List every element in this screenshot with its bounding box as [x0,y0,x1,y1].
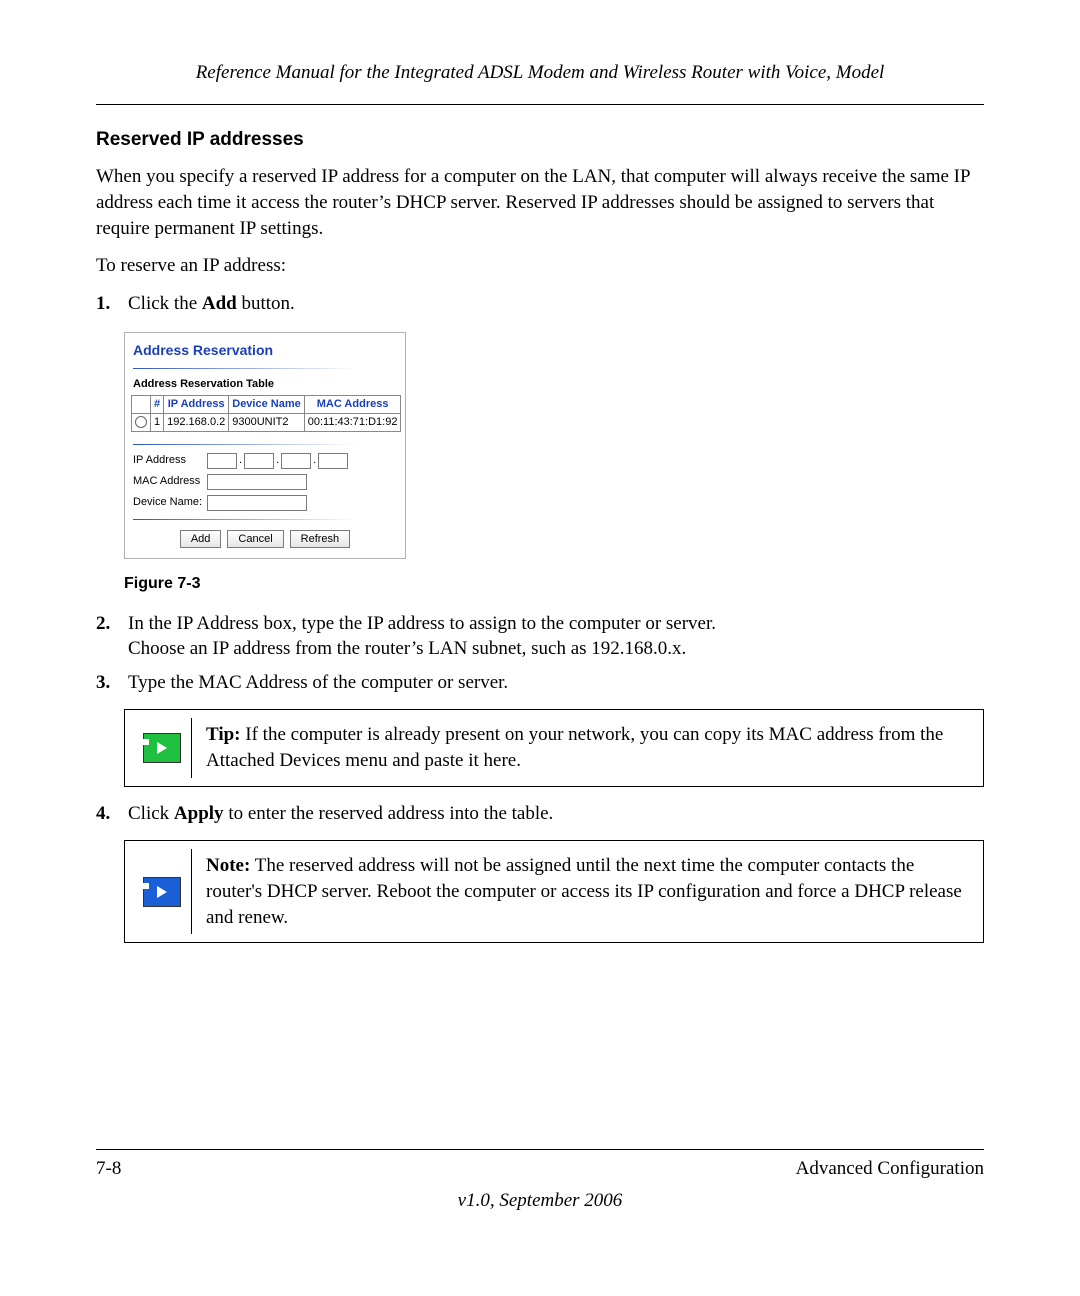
step-4: 4. Click Apply to enter the reserved add… [96,801,984,827]
panel-separator [133,368,397,369]
tip-label: Tip: [206,724,241,745]
col-ip: IP Address [164,396,229,414]
step-3-text: Type the MAC Address of the computer or … [128,672,508,693]
intro-paragraph: When you specify a reserved IP address f… [96,164,984,241]
panel-separator-3 [133,519,397,520]
step-1-bold: Add [202,293,237,314]
note-text-cell: Note: The reserved address will not be a… [192,849,969,934]
step-2-line2: Choose an IP address from the router’s L… [128,638,686,659]
address-reservation-panel: Address Reservation Address Reservation … [124,332,406,558]
figure-caption: Figure 7-3 [124,573,984,595]
device-name-input[interactable] [207,495,307,511]
page-footer: 7-8 Advanced Configuration v1.0, Septemb… [96,1149,984,1213]
ip-octet-2[interactable] [244,453,274,469]
button-row: Add Cancel Refresh [131,530,399,548]
tip-text: If the computer is already present on yo… [206,724,943,771]
ip-octet-1[interactable] [207,453,237,469]
step-2-line1: In the IP Address box, type the IP addre… [128,613,716,634]
note-icon-cell [133,849,192,934]
reservation-table: # IP Address Device Name MAC Address 1 1… [131,395,401,432]
row-num: 1 [151,414,164,432]
row-radio[interactable] [135,416,147,428]
note-arrow-icon [143,877,181,907]
step-4-bold: Apply [174,803,224,824]
step-4-number: 4. [96,801,110,827]
device-name-row: Device Name: [133,495,397,511]
step-1-prefix: Click the [128,293,202,314]
ip-address-row: IP Address . . . [133,453,397,469]
mac-address-label: MAC Address [133,474,207,489]
tip-callout: Tip: If the computer is already present … [124,709,984,786]
table-caption: Address Reservation Table [133,377,399,392]
step-1-suffix: button. [237,293,295,314]
step-3-number: 3. [96,670,110,696]
table-header-row: # IP Address Device Name MAC Address [132,396,401,414]
panel-title: Address Reservation [133,341,399,360]
step-4-suffix: to enter the reserved address into the t… [224,803,554,824]
note-callout: Note: The reserved address will not be a… [124,840,984,943]
ip-address-label: IP Address [133,453,207,468]
footer-rule [96,1149,984,1150]
table-row[interactable]: 1 192.168.0.2 9300UNIT2 00:11:43:71:D1:9… [132,414,401,432]
refresh-button[interactable]: Refresh [290,530,351,548]
col-device: Device Name [229,396,305,414]
device-name-label: Device Name: [133,495,207,510]
mac-address-row: MAC Address [133,474,397,490]
mac-address-input[interactable] [207,474,307,490]
col-num: # [151,396,164,414]
row-ip: 192.168.0.2 [164,414,229,432]
cancel-button[interactable]: Cancel [227,530,283,548]
panel-separator-2 [133,444,397,445]
col-select [132,396,151,414]
row-mac: 00:11:43:71:D1:92 [304,414,401,432]
tip-arrow-icon [143,733,181,763]
note-label: Note: [206,855,250,876]
tip-icon-cell [133,718,192,777]
note-text: The reserved address will not be assigne… [206,855,962,927]
step-3: 3. Type the MAC Address of the computer … [96,670,984,696]
running-head: Reference Manual for the Integrated ADSL… [96,60,984,86]
ip-octet-4[interactable] [318,453,348,469]
ip-octet-3[interactable] [281,453,311,469]
footer-version: v1.0, September 2006 [96,1188,984,1214]
step-2-number: 2. [96,611,110,637]
step-1-number: 1. [96,291,110,317]
col-mac: MAC Address [304,396,401,414]
add-button[interactable]: Add [180,530,222,548]
step-4-prefix: Click [128,803,174,824]
row-device: 9300UNIT2 [229,414,305,432]
figure-7-3: Address Reservation Address Reservation … [124,332,984,558]
lead-in: To reserve an IP address: [96,253,984,279]
section-heading: Reserved IP addresses [96,127,984,153]
top-rule [96,104,984,105]
step-1: 1. Click the Add button. [96,291,984,317]
tip-text-cell: Tip: If the computer is already present … [192,718,969,777]
footer-section: Advanced Configuration [796,1156,984,1182]
page-number: 7-8 [96,1156,121,1182]
step-2: 2. In the IP Address box, type the IP ad… [96,611,984,662]
